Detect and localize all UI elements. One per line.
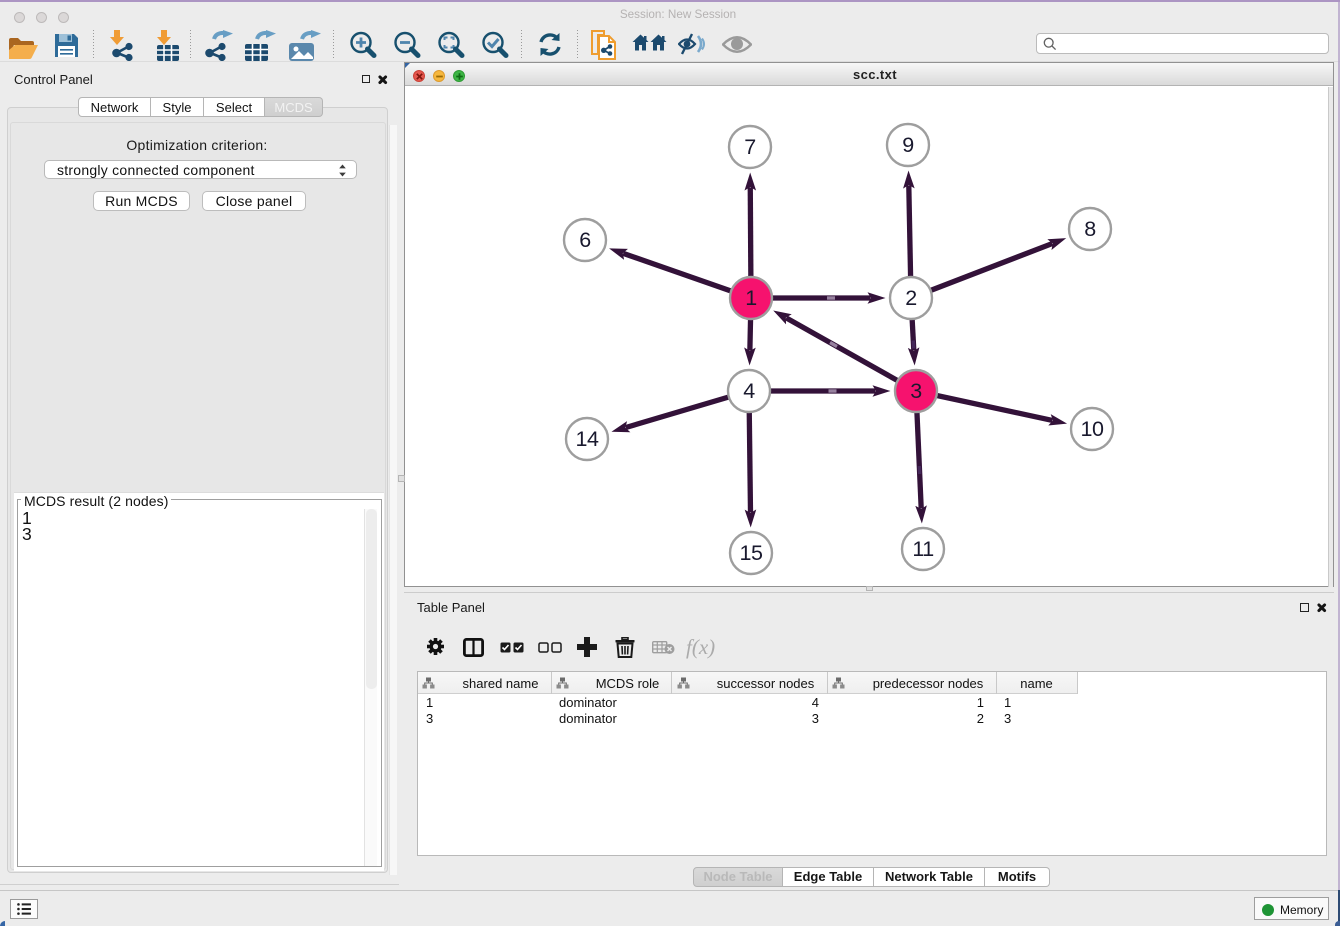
svg-text:8: 8: [1084, 217, 1096, 241]
svg-text:10: 10: [1081, 417, 1104, 441]
svg-text:4: 4: [743, 379, 755, 403]
svg-text:9: 9: [902, 133, 913, 157]
svg-text:11: 11: [912, 537, 933, 561]
svg-text:15: 15: [740, 541, 763, 565]
svg-text:7: 7: [744, 135, 755, 159]
svg-text:14: 14: [576, 427, 599, 451]
svg-text:6: 6: [579, 228, 591, 252]
svg-text:1: 1: [745, 286, 756, 310]
svg-text:2: 2: [905, 286, 916, 310]
svg-text:3: 3: [910, 379, 922, 403]
